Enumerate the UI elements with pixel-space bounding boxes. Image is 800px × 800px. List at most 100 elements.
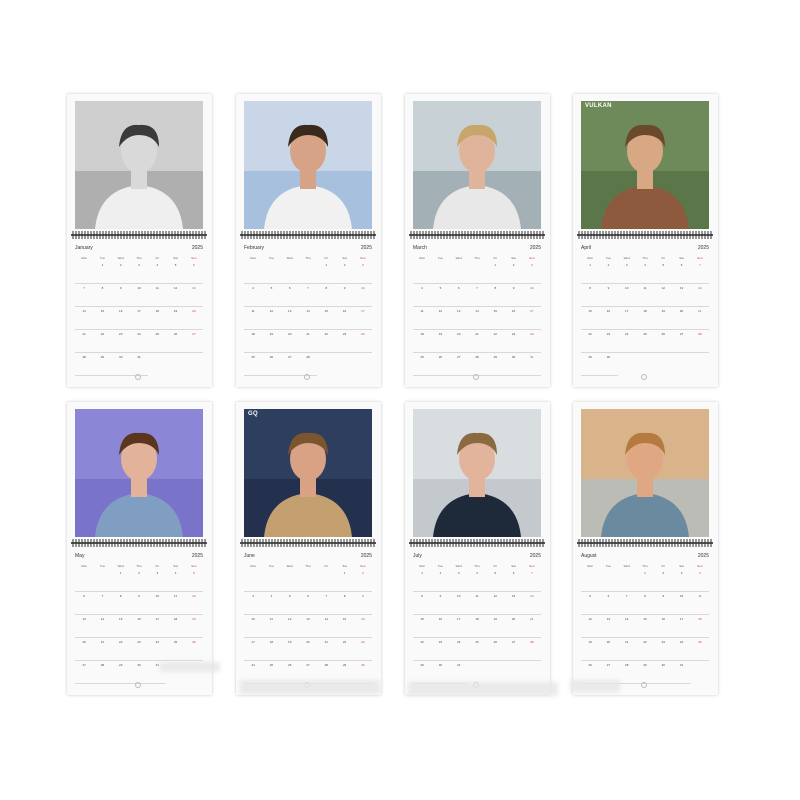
day-cell: 7 xyxy=(467,284,487,307)
month-photo xyxy=(244,101,372,229)
day-cell: 16 xyxy=(129,615,149,638)
day-cell: 17 xyxy=(129,307,149,330)
empty-day xyxy=(93,569,112,592)
day-cell: 6 xyxy=(449,284,468,307)
day-cell: 2 xyxy=(504,261,523,284)
day-cell: 1 xyxy=(317,261,336,284)
day-cell: 18 xyxy=(413,330,432,353)
day-cell: 23 xyxy=(129,638,149,661)
day-cell: 29 xyxy=(413,661,432,684)
day-cells: 1 2 3 4 5 6 7 8 9 10 11 12 13 14 15 16 17 18 19 20 21 22 23 24 2… xyxy=(244,569,372,684)
day-cell: 12 xyxy=(486,592,505,615)
month-photo xyxy=(244,409,372,537)
year-label: 2025 xyxy=(191,245,203,251)
day-cell: 18 xyxy=(635,307,655,330)
month-header: April 2025 xyxy=(581,244,709,252)
day-cell: 3 xyxy=(617,261,636,284)
day-cell: 10 xyxy=(353,284,372,307)
month-photo xyxy=(413,409,541,537)
empty-day xyxy=(280,569,299,592)
empty-day xyxy=(581,569,600,592)
day-cell: 28 xyxy=(690,330,709,353)
day-cell: 10 xyxy=(244,615,263,638)
day-cell: 21 xyxy=(75,330,94,353)
empty-day xyxy=(617,569,636,592)
day-cell: 6 xyxy=(184,261,203,284)
day-cell: 17 xyxy=(672,615,691,638)
day-cell: 3 xyxy=(129,261,149,284)
year-label: 2025 xyxy=(360,553,372,559)
day-cell: 17 xyxy=(148,615,167,638)
day-cell: 19 xyxy=(581,638,600,661)
day-cell: 11 xyxy=(635,284,655,307)
day-cell: 12 xyxy=(262,307,281,330)
day-cell: 8 xyxy=(413,592,432,615)
calendar-page-august: August 2025 Mon Tue Wed Thu Fri Sat Sun 1 2 3 4 5 6 7 8 9… xyxy=(573,402,718,695)
day-cell: 11 xyxy=(690,592,709,615)
day-cell: 25 xyxy=(635,330,655,353)
calendar-page-july: July 2025 Mon Tue Wed Thu Fri Sat Sun 1 2 3 4 5 6 7 8 9 10… xyxy=(405,402,550,695)
day-cell: 4 xyxy=(262,592,281,615)
empty-day xyxy=(298,569,318,592)
month-photo xyxy=(581,409,709,537)
day-cell: 31 xyxy=(129,353,149,376)
day-cell: 27 xyxy=(75,661,94,684)
month-header: February 2025 xyxy=(244,244,372,252)
hanging-hole xyxy=(135,374,141,380)
day-cell: 9 xyxy=(111,284,130,307)
year-label: 2025 xyxy=(529,553,541,559)
day-cell: 13 xyxy=(449,307,468,330)
day-cell: 18 xyxy=(166,615,185,638)
hanging-hole xyxy=(641,374,647,380)
calendar-page-june: GQ June 2025 Mon Tue Wed Thu Fri Sat Sun 1 2 3 4 5 6 7 8 9… xyxy=(236,402,381,695)
portrait-photo xyxy=(413,101,541,229)
day-cell: 26 xyxy=(654,330,673,353)
day-cell: 18 xyxy=(467,615,487,638)
day-cell: 29 xyxy=(635,661,655,684)
day-cell: 16 xyxy=(654,615,673,638)
day-cell: 17 xyxy=(522,307,541,330)
binding xyxy=(577,539,713,547)
day-cell: 14 xyxy=(75,307,94,330)
hanging-hole xyxy=(473,374,479,380)
month-grid: August 2025 Mon Tue Wed Thu Fri Sat Sun 1 2 3 4 5 6 7 8 9… xyxy=(581,552,709,684)
day-cell: 5 xyxy=(431,284,450,307)
day-cell: 8 xyxy=(317,284,336,307)
month-header: January 2025 xyxy=(75,244,203,252)
day-cell: 20 xyxy=(449,330,468,353)
day-cell: 22 xyxy=(111,638,130,661)
day-cells: 1 2 3 4 5 6 7 8 9 10 11 12 13 14 15 16 17 18 19 20 21 22 23 24 2… xyxy=(75,261,203,376)
month-grid: February 2025 Mon Tue Wed Thu Fri Sat Sun 1 2 3 4 5 6 7… xyxy=(244,244,372,376)
day-cell: 29 xyxy=(93,353,112,376)
day-cell: 19 xyxy=(166,307,185,330)
day-cell: 27 xyxy=(672,330,691,353)
day-cell: 27 xyxy=(449,353,468,376)
day-cell: 23 xyxy=(654,638,673,661)
day-cell: 19 xyxy=(184,615,203,638)
day-cell: 12 xyxy=(280,615,299,638)
day-cell: 15 xyxy=(317,307,336,330)
binding xyxy=(409,539,545,547)
day-cell: 2 xyxy=(335,261,354,284)
day-cell: 28 xyxy=(617,661,636,684)
day-cell: 22 xyxy=(635,638,655,661)
day-cell: 22 xyxy=(317,330,336,353)
empty-day xyxy=(244,261,263,284)
hanging-hole xyxy=(135,682,141,688)
day-cell: 25 xyxy=(166,638,185,661)
day-cell: 7 xyxy=(617,592,636,615)
day-cell: 16 xyxy=(504,307,523,330)
month-header: August 2025 xyxy=(581,552,709,560)
day-cell: 30 xyxy=(504,353,523,376)
day-cell: 14 xyxy=(93,615,112,638)
day-cell: 20 xyxy=(75,638,94,661)
day-cell: 12 xyxy=(184,592,203,615)
day-cell: 1 xyxy=(335,569,354,592)
day-cell: 6 xyxy=(280,284,299,307)
month-header: June 2025 xyxy=(244,552,372,560)
portrait-photo xyxy=(581,409,709,537)
month-header: May 2025 xyxy=(75,552,203,560)
day-cell: 1 xyxy=(486,261,505,284)
month-photo xyxy=(413,101,541,229)
month-photo xyxy=(581,101,709,229)
